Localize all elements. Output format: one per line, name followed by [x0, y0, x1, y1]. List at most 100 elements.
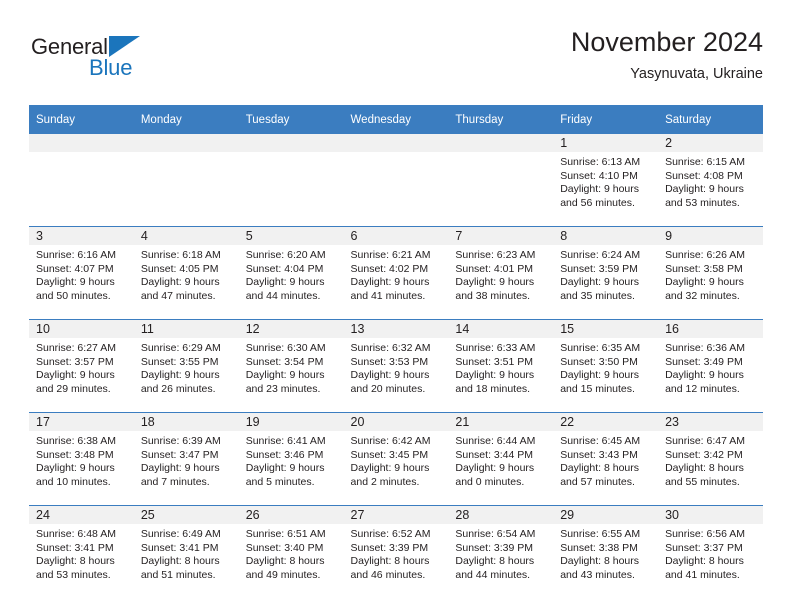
- calendar-cell-empty: [343, 134, 449, 227]
- day-number: 24: [29, 506, 134, 524]
- calendar-day-cell[interactable]: 28 Sunrise: 6:54 AM Sunset: 3:39 PM Dayligh…: [448, 505, 554, 598]
- sunset-text: Sunset: 3:38 PM: [560, 541, 638, 554]
- calendar-day-cell[interactable]: 24 Sunrise: 6:48 AM Sunset: 3:41 PM Dayligh…: [29, 505, 134, 598]
- day-details: Sunrise: 6:47 AM Sunset: 3:42 PM Daylight:…: [658, 431, 763, 505]
- calendar-day-cell[interactable]: 9 Sunrise: 6:26 AM Sunset: 3:58 PM Daylight…: [658, 226, 763, 320]
- calendar-day-cell[interactable]: 15 Sunrise: 6:35 AM Sunset: 3:50 PM Dayligh…: [553, 319, 659, 413]
- daylight-text-line2: and 53 minutes.: [665, 196, 740, 209]
- daylight-text-line1: Daylight: 8 hours: [665, 555, 744, 568]
- day-details: Sunrise: 6:51 AM Sunset: 3:40 PM Daylight:…: [239, 524, 344, 598]
- daylight-text-line1: Daylight: 9 hours: [36, 462, 115, 475]
- daylight-text-line2: and 0 minutes.: [455, 475, 525, 488]
- calendar-day-cell[interactable]: 17 Sunrise: 6:38 AM Sunset: 3:48 PM Dayligh…: [29, 412, 134, 506]
- calendar-cell-empty: [238, 134, 344, 227]
- sunrise-text: Sunrise: 6:20 AM: [245, 249, 326, 261]
- calendar-week-row: 3 Sunrise: 6:16 AM Sunset: 4:07 PM Daylight…: [29, 226, 763, 320]
- daylight-text-line1: Daylight: 8 hours: [36, 555, 115, 568]
- calendar-day-cell[interactable]: 21 Sunrise: 6:44 AM Sunset: 3:44 PM Dayligh…: [448, 412, 554, 506]
- daylight-text-line2: and 23 minutes.: [245, 382, 321, 395]
- day-details: Sunrise: 6:35 AM Sunset: 3:50 PM Daylight:…: [553, 338, 658, 412]
- daylight-text-line1: Daylight: 9 hours: [455, 369, 535, 382]
- daylight-text-line1: Daylight: 9 hours: [665, 369, 744, 382]
- sunset-text: Sunset: 3:37 PM: [665, 541, 743, 554]
- daylight-text-line1: Daylight: 8 hours: [140, 555, 220, 568]
- calendar-day-cell[interactable]: 30 Sunrise: 6:56 AM Sunset: 3:37 PM Dayligh…: [658, 505, 763, 598]
- day-details: Sunrise: 6:30 AM Sunset: 3:54 PM Daylight:…: [239, 338, 344, 412]
- daylight-text-line2: and 49 minutes.: [245, 568, 321, 581]
- calendar-day-cell[interactable]: 16 Sunrise: 6:36 AM Sunset: 3:49 PM Dayligh…: [658, 319, 763, 413]
- sunset-text: Sunset: 3:44 PM: [455, 448, 534, 461]
- day-details: Sunrise: 6:36 AM Sunset: 3:49 PM Daylight:…: [658, 338, 763, 412]
- calendar-day-cell[interactable]: 14 Sunrise: 6:33 AM Sunset: 3:51 PM Dayligh…: [448, 319, 554, 413]
- day-number: 14: [448, 320, 554, 338]
- daylight-text-line1: Daylight: 9 hours: [36, 369, 115, 382]
- sunset-text: Sunset: 4:10 PM: [560, 169, 638, 182]
- calendar-day-cell[interactable]: 12 Sunrise: 6:30 AM Sunset: 3:54 PM Dayligh…: [238, 319, 344, 413]
- day-details: Sunrise: 6:16 AM Sunset: 4:07 PM Daylight:…: [29, 245, 134, 319]
- calendar-day-cell[interactable]: 2 Sunrise: 6:15 AM Sunset: 4:08 PM Daylight…: [658, 134, 763, 227]
- calendar-day-cell[interactable]: 25 Sunrise: 6:49 AM Sunset: 3:41 PM Dayligh…: [133, 505, 239, 598]
- day-details: Sunrise: 6:33 AM Sunset: 3:51 PM Daylight:…: [448, 338, 553, 412]
- calendar-day-cell[interactable]: 1 Sunrise: 6:13 AM Sunset: 4:10 PM Daylight…: [553, 134, 659, 227]
- calendar-day-cell[interactable]: 22 Sunrise: 6:45 AM Sunset: 3:43 PM Dayligh…: [553, 412, 659, 506]
- sunrise-text: Sunrise: 6:13 AM: [560, 156, 641, 168]
- day-details: Sunrise: 6:38 AM Sunset: 3:48 PM Daylight:…: [29, 431, 134, 505]
- day-details: Sunrise: 6:18 AM Sunset: 4:05 PM Daylight:…: [134, 245, 239, 319]
- day-details: Sunrise: 6:45 AM Sunset: 3:43 PM Daylight:…: [553, 431, 658, 505]
- sunset-text: Sunset: 4:05 PM: [140, 262, 219, 275]
- day-number: 6: [343, 227, 449, 245]
- daylight-text-line1: Daylight: 8 hours: [350, 555, 430, 568]
- day-number: 15: [553, 320, 659, 338]
- sunrise-text: Sunrise: 6:42 AM: [350, 435, 431, 447]
- calendar-day-cell[interactable]: 29 Sunrise: 6:55 AM Sunset: 3:38 PM Dayligh…: [553, 505, 659, 598]
- triangle-logo-icon: [109, 36, 140, 57]
- sunset-text: Sunset: 3:41 PM: [140, 541, 219, 554]
- calendar-day-cell[interactable]: 3 Sunrise: 6:16 AM Sunset: 4:07 PM Daylight…: [29, 226, 134, 320]
- calendar-day-cell[interactable]: 5 Sunrise: 6:20 AM Sunset: 4:04 PM Daylight…: [238, 226, 344, 320]
- calendar-week-row: 10 Sunrise: 6:27 AM Sunset: 3:57 PM Dayligh…: [29, 319, 763, 413]
- day-details: [448, 152, 553, 226]
- day-details: Sunrise: 6:23 AM Sunset: 4:01 PM Daylight:…: [448, 245, 553, 319]
- day-number: [448, 134, 554, 152]
- day-number: 25: [133, 506, 239, 524]
- calendar-cell-empty: [448, 134, 554, 227]
- sunset-text: Sunset: 3:47 PM: [140, 448, 219, 461]
- calendar-day-cell[interactable]: 27 Sunrise: 6:52 AM Sunset: 3:39 PM Dayligh…: [343, 505, 449, 598]
- day-details: Sunrise: 6:41 AM Sunset: 3:46 PM Daylight:…: [239, 431, 344, 505]
- daylight-text-line1: Daylight: 9 hours: [140, 462, 220, 475]
- sunset-text: Sunset: 3:49 PM: [665, 355, 743, 368]
- sunset-text: Sunset: 3:57 PM: [36, 355, 114, 368]
- sunset-text: Sunset: 4:08 PM: [665, 169, 743, 182]
- daylight-text-line1: Daylight: 8 hours: [665, 462, 744, 475]
- calendar-day-cell[interactable]: 19 Sunrise: 6:41 AM Sunset: 3:46 PM Dayligh…: [238, 412, 344, 506]
- daylight-text-line1: Daylight: 9 hours: [245, 462, 325, 475]
- page-header: General Blue November 2024 Yasynuvata, U…: [29, 26, 763, 98]
- sunrise-text: Sunrise: 6:49 AM: [140, 528, 221, 540]
- calendar-day-cell[interactable]: 20 Sunrise: 6:42 AM Sunset: 3:45 PM Dayligh…: [343, 412, 449, 506]
- daylight-text-line1: Daylight: 9 hours: [665, 276, 744, 289]
- daylight-text-line2: and 12 minutes.: [665, 382, 740, 395]
- sunset-text: Sunset: 3:46 PM: [245, 448, 324, 461]
- calendar-day-cell[interactable]: 10 Sunrise: 6:27 AM Sunset: 3:57 PM Dayligh…: [29, 319, 134, 413]
- calendar-day-cell[interactable]: 6 Sunrise: 6:21 AM Sunset: 4:02 PM Daylight…: [343, 226, 449, 320]
- brand-logo[interactable]: General Blue: [29, 34, 259, 92]
- calendar-week-row: 1 Sunrise: 6:13 AM Sunset: 4:10 PM Daylight…: [29, 134, 763, 227]
- calendar-day-cell[interactable]: 18 Sunrise: 6:39 AM Sunset: 3:47 PM Dayligh…: [133, 412, 239, 506]
- day-details: Sunrise: 6:32 AM Sunset: 3:53 PM Daylight:…: [344, 338, 449, 412]
- day-number: 13: [343, 320, 449, 338]
- calendar-day-cell[interactable]: 8 Sunrise: 6:24 AM Sunset: 3:59 PM Daylight…: [553, 226, 659, 320]
- sunrise-text: Sunrise: 6:55 AM: [560, 528, 641, 540]
- sunrise-text: Sunrise: 6:36 AM: [665, 342, 746, 354]
- location-subtitle: Yasynuvata, Ukraine: [630, 66, 763, 82]
- day-details: Sunrise: 6:39 AM Sunset: 3:47 PM Daylight:…: [134, 431, 239, 505]
- calendar-day-cell[interactable]: 4 Sunrise: 6:18 AM Sunset: 4:05 PM Daylight…: [133, 226, 239, 320]
- sunset-text: Sunset: 4:04 PM: [245, 262, 324, 275]
- calendar-day-cell[interactable]: 13 Sunrise: 6:32 AM Sunset: 3:53 PM Dayligh…: [343, 319, 449, 413]
- calendar-day-cell[interactable]: 23 Sunrise: 6:47 AM Sunset: 3:42 PM Dayligh…: [658, 412, 763, 506]
- sunrise-text: Sunrise: 6:24 AM: [560, 249, 641, 261]
- calendar-day-cell[interactable]: 26 Sunrise: 6:51 AM Sunset: 3:40 PM Dayligh…: [238, 505, 344, 598]
- calendar-day-cell[interactable]: 7 Sunrise: 6:23 AM Sunset: 4:01 PM Daylight…: [448, 226, 554, 320]
- daylight-text-line2: and 57 minutes.: [560, 475, 635, 488]
- calendar-day-cell[interactable]: 11 Sunrise: 6:29 AM Sunset: 3:55 PM Dayligh…: [133, 319, 239, 413]
- weekday-header-tuesday: Tuesday: [238, 105, 344, 134]
